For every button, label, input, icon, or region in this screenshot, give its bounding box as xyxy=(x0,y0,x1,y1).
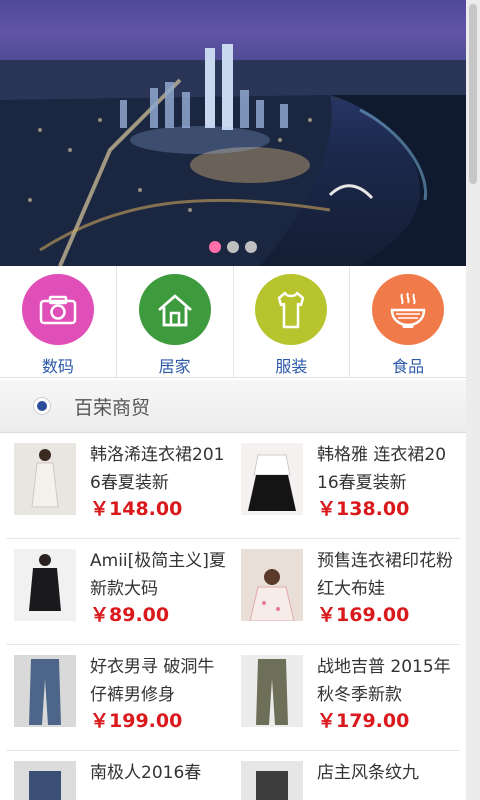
product-thumbnail xyxy=(14,549,76,621)
product-price: ￥148.00 xyxy=(90,498,183,520)
product-title: 南极人2016春 xyxy=(90,763,202,783)
carousel-dot[interactable] xyxy=(245,241,257,253)
product-grid: 韩洛浠连衣裙2016春夏装新 ￥148.00 韩格雅 连衣裙2016春夏装新 ￥… xyxy=(0,433,466,800)
radio-dot-icon xyxy=(33,397,51,415)
product-title: 店主风条纹九 xyxy=(317,763,419,783)
product-card[interactable]: 预售连衣裙印花粉红大布娃 ￥169.00 xyxy=(233,539,460,644)
product-card[interactable]: 店主风条纹九 xyxy=(233,751,460,800)
category-label: 数码 xyxy=(41,357,74,376)
product-title: Amii[极简主义]夏新款大码 xyxy=(90,551,226,599)
product-title: 韩洛浠连衣裙2016春夏装新 xyxy=(90,445,225,493)
product-price: ￥179.00 xyxy=(317,710,410,732)
product-card[interactable]: 好衣男寻 破洞牛仔裤男修身 ￥199.00 xyxy=(6,645,233,750)
category-home[interactable]: 居家 xyxy=(117,266,234,377)
banner-image xyxy=(0,0,466,266)
product-thumbnail xyxy=(14,443,76,515)
product-title: 战地吉普 2015年秋冬季新款 xyxy=(317,657,451,705)
category-label: 食品 xyxy=(392,357,425,376)
product-price: ￥89.00 xyxy=(90,604,170,626)
carousel-dot[interactable] xyxy=(227,241,239,253)
banner-carousel[interactable] xyxy=(0,0,466,266)
product-price: ￥199.00 xyxy=(90,710,183,732)
product-price: ￥138.00 xyxy=(317,498,410,520)
category-nav: 数码 居家 服装 食品 xyxy=(0,266,466,378)
product-card[interactable]: 韩洛浠连衣裙2016春夏装新 ￥148.00 xyxy=(6,433,233,538)
product-price: ￥169.00 xyxy=(317,604,410,626)
product-card[interactable]: 韩格雅 连衣裙2016春夏装新 ￥138.00 xyxy=(233,433,460,538)
product-title: 韩格雅 连衣裙2016春夏装新 xyxy=(317,445,447,493)
product-card[interactable]: 南极人2016春 xyxy=(6,751,233,800)
product-thumbnail xyxy=(14,655,76,727)
product-thumbnail xyxy=(241,761,303,800)
category-label: 服装 xyxy=(275,357,308,376)
store-section-header[interactable]: 百荣商贸 xyxy=(0,380,466,433)
carousel-indicators xyxy=(0,241,466,253)
product-thumbnail xyxy=(241,549,303,621)
category-food[interactable]: 食品 xyxy=(350,266,466,377)
product-thumbnail xyxy=(14,761,76,800)
product-row: Amii[极简主义]夏新款大码 ￥89.00 预售连衣裙印花粉红大布娃 ￥169… xyxy=(6,539,460,645)
carousel-dot[interactable] xyxy=(209,241,221,253)
product-card[interactable]: Amii[极简主义]夏新款大码 ￥89.00 xyxy=(6,539,233,644)
product-row: 好衣男寻 破洞牛仔裤男修身 ￥199.00 战地吉普 2015年秋冬季新款 ￥1… xyxy=(6,645,460,751)
category-clothing[interactable]: 服装 xyxy=(234,266,351,377)
product-title: 预售连衣裙印花粉红大布娃 xyxy=(317,551,453,599)
product-row: 南极人2016春 店主风条纹九 xyxy=(6,751,460,800)
shirt-icon xyxy=(255,274,328,345)
category-digital[interactable]: 数码 xyxy=(0,266,117,377)
section-title: 百荣商贸 xyxy=(74,396,151,419)
product-title: 好衣男寻 破洞牛仔裤男修身 xyxy=(90,657,215,705)
home-icon xyxy=(138,274,211,345)
food-bowl-icon xyxy=(372,274,445,345)
scrollbar[interactable] xyxy=(466,0,480,800)
product-thumbnail xyxy=(241,443,303,515)
scrollbar-thumb[interactable] xyxy=(469,4,477,184)
product-row: 韩洛浠连衣裙2016春夏装新 ￥148.00 韩格雅 连衣裙2016春夏装新 ￥… xyxy=(6,433,460,539)
camera-icon xyxy=(21,274,94,345)
category-label: 居家 xyxy=(158,357,191,376)
product-thumbnail xyxy=(241,655,303,727)
product-card[interactable]: 战地吉普 2015年秋冬季新款 ￥179.00 xyxy=(233,645,460,750)
